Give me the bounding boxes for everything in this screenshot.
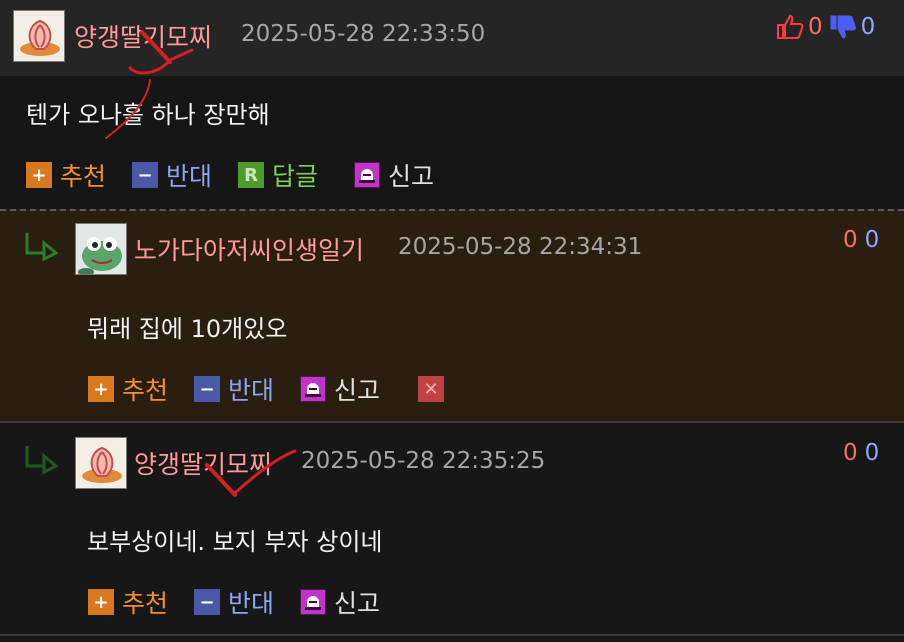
report-button[interactable]: 신고 bbox=[354, 157, 434, 193]
recommend-button[interactable]: + 추천 bbox=[88, 584, 168, 620]
thumbs-down-icon[interactable] bbox=[829, 14, 857, 40]
close-icon: ✕ bbox=[418, 376, 445, 402]
recommend-label: 추천 bbox=[60, 162, 107, 191]
upvote-count: 0 bbox=[808, 14, 823, 40]
downvote-count: 0 bbox=[860, 14, 876, 40]
oppose-label: 반대 bbox=[228, 589, 275, 618]
nickname[interactable]: 양갱딸기모찌 bbox=[74, 18, 212, 54]
comment-actions: + 추천 − 반대 R 답글 신고 bbox=[26, 157, 434, 193]
report-label: 신고 bbox=[388, 162, 435, 191]
downvote-count: 0 bbox=[864, 227, 880, 253]
siren-icon bbox=[300, 589, 327, 615]
vote-counts: 0 0 bbox=[843, 440, 879, 466]
oppose-button[interactable]: − 반대 bbox=[194, 584, 274, 620]
avatar[interactable] bbox=[13, 10, 65, 62]
comment-datetime: 2025-05-28 22:35:25 bbox=[301, 448, 546, 474]
comment-actions: + 추천 − 반대 신고 bbox=[88, 584, 380, 620]
comment-datetime: 2025-05-28 22:34:31 bbox=[398, 234, 643, 260]
oppose-button[interactable]: − 반대 bbox=[194, 371, 274, 407]
minus-icon: − bbox=[132, 162, 159, 188]
upvote-count: 0 bbox=[843, 227, 858, 253]
delete-button[interactable]: ✕ bbox=[418, 371, 452, 407]
divider bbox=[0, 634, 904, 636]
upvote-count: 0 bbox=[843, 440, 858, 466]
avatar[interactable] bbox=[75, 223, 127, 275]
plus-icon: + bbox=[88, 589, 114, 615]
comment-datetime: 2025-05-28 22:33:50 bbox=[241, 21, 486, 47]
plus-icon: + bbox=[26, 162, 52, 188]
frog-avatar-icon bbox=[76, 224, 126, 274]
report-label: 신고 bbox=[334, 376, 381, 405]
siren-icon bbox=[300, 376, 327, 402]
siren-icon bbox=[354, 162, 381, 188]
downvote-count: 0 bbox=[864, 440, 880, 466]
comment-text: 보부상이네. 보지 부자 상이네 bbox=[87, 528, 383, 556]
minus-icon: − bbox=[194, 589, 221, 615]
reply-arrow-icon bbox=[25, 446, 59, 474]
reply-arrow-icon bbox=[25, 233, 59, 261]
recommend-button[interactable]: + 추천 bbox=[88, 371, 168, 407]
peach-avatar-icon bbox=[76, 438, 126, 488]
plus-icon: + bbox=[88, 376, 114, 402]
nickname[interactable]: 양갱딸기모찌 bbox=[134, 445, 272, 481]
reply-label: 답글 bbox=[272, 162, 319, 191]
comment-actions: + 추천 − 반대 신고 ✕ bbox=[88, 371, 452, 407]
recommend-label: 추천 bbox=[122, 589, 169, 618]
report-button[interactable]: 신고 bbox=[300, 584, 380, 620]
peach-avatar-icon bbox=[14, 11, 64, 61]
reply-r-icon: R bbox=[238, 162, 265, 188]
recommend-button[interactable]: + 추천 bbox=[26, 157, 106, 193]
recommend-label: 추천 bbox=[122, 376, 169, 405]
nickname[interactable]: 노가다아저씨인생일기 bbox=[134, 231, 364, 267]
reply-button[interactable]: R 답글 bbox=[238, 157, 318, 193]
oppose-button[interactable]: − 반대 bbox=[132, 157, 212, 193]
vote-counts: 0 0 bbox=[776, 14, 875, 40]
avatar[interactable] bbox=[75, 437, 127, 489]
report-button[interactable]: 신고 bbox=[300, 371, 380, 407]
oppose-label: 반대 bbox=[166, 162, 213, 191]
report-label: 신고 bbox=[334, 589, 381, 618]
comment-text: 텐가 오나홀 하나 장만해 bbox=[26, 101, 270, 129]
comment-text: 뭐래 집에 10개있오 bbox=[87, 315, 288, 343]
thumbs-up-icon[interactable] bbox=[776, 14, 804, 40]
vote-counts: 0 0 bbox=[843, 227, 879, 253]
oppose-label: 반대 bbox=[228, 376, 275, 405]
minus-icon: − bbox=[194, 376, 221, 402]
